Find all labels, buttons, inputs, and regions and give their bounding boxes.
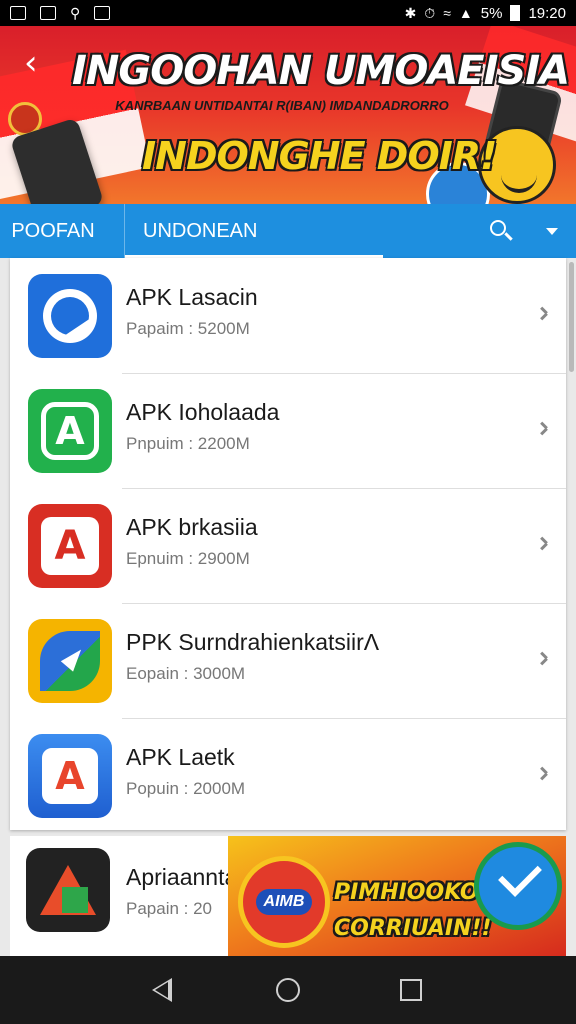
message-notification-icon: [40, 6, 56, 20]
app-size: Epnuim : 2900M: [126, 549, 250, 568]
back-arrow-icon[interactable]: ‹: [24, 46, 38, 80]
promo-badge: AIMB: [238, 856, 330, 948]
dark-triangle-app-icon: [26, 848, 110, 932]
promo-badge-text: AIMB: [255, 889, 313, 915]
chevron-right-icon: [538, 764, 550, 784]
banner-title: INGOOHAN UMOAEISIA: [72, 48, 570, 94]
banner-cta: INDONGHE DOIR!: [142, 134, 497, 178]
gallery-notification-icon: [10, 6, 26, 20]
green-a-icon: A: [28, 388, 112, 473]
chevron-right-icon: [538, 534, 550, 554]
app-name: APK Lasacin: [126, 284, 258, 310]
list-item[interactable]: APK Lasacin Papaim : 5200M: [10, 258, 566, 373]
tab-undonean[interactable]: UNDONEAN: [125, 204, 383, 258]
app-list: APK Lasacin Papaim : 5200M A APK Ioholaa…: [10, 258, 566, 830]
search-icon[interactable]: [476, 204, 526, 258]
chevron-right-icon: [538, 419, 550, 439]
app-size: Popuin : 2000M: [126, 779, 246, 798]
red-a-icon: A: [28, 503, 112, 588]
signal-icon: ▲: [458, 5, 473, 21]
scrollbar[interactable]: [569, 262, 574, 372]
app-size: Eopain : 3000M: [126, 664, 246, 683]
nav-home-icon[interactable]: [276, 978, 300, 1002]
promo-banner[interactable]: ‹ INGOOHAN UMOAEISIA KANRBAAN UNTIDANTAI…: [0, 26, 576, 204]
compass-leaf-icon: [28, 618, 112, 703]
bluetooth-icon: ✱: [404, 4, 417, 21]
ad-app-size: Papain : 20: [126, 899, 213, 918]
app-name: APK Ioholaada: [126, 399, 280, 425]
banner-subtitle: KANRBAAN UNTIDANTAI R(IBAN) IMDANDADRORR…: [115, 98, 449, 113]
nav-recents-icon[interactable]: [400, 979, 422, 1001]
list-item[interactable]: A APK brkasiia Epnuim : 2900M: [10, 488, 566, 603]
battery-icon: [510, 5, 521, 21]
list-item[interactable]: PPK SurndrahienkatsiirɅ Eopain : 3000M: [10, 603, 566, 718]
location-notification-icon: ⚲: [70, 4, 81, 21]
ad-app-name: Apriaannta: [126, 864, 238, 890]
promo-overlay[interactable]: AIMB PIMHIOOKON CORRIUAIN!!: [228, 836, 566, 956]
alarm-icon: ⏱: [424, 4, 436, 21]
blue-circle-icon: [28, 273, 112, 358]
app-name: APK brkasiia: [126, 514, 258, 540]
clock: 19:20: [528, 4, 566, 22]
image-notification-icon: [94, 6, 111, 20]
battery-percent: 5%: [480, 4, 503, 22]
app-size: Pnpuim : 2200M: [126, 434, 250, 453]
tab-bar: POOFAN UNDONEAN: [0, 204, 576, 258]
promo-headline: PIMHIOOKON: [334, 880, 497, 905]
app-name: PPK SurndrahienkatsiirɅ: [126, 629, 380, 655]
blue-a-icon: A: [28, 733, 112, 818]
chevron-down-icon[interactable]: [526, 204, 576, 258]
check-badge-icon: [474, 842, 562, 930]
app-size: Papaim : 5200M: [126, 319, 250, 338]
chevron-right-icon: [538, 304, 550, 324]
status-bar: ⚲ ✱ ⏱ ≈ ▲ 5% 19:20: [0, 0, 576, 26]
promo-subline: CORRIUAIN!!: [334, 916, 492, 941]
app-name: APK Laetk: [126, 744, 235, 770]
nav-back-icon[interactable]: [152, 978, 172, 1002]
ad-card[interactable]: Apriaannta Papain : 20 AIMB PIMHIOOKON C…: [10, 836, 566, 956]
wifi-icon: ≈: [443, 5, 451, 21]
list-item[interactable]: A APK Laetk Popuin : 2000M: [10, 718, 566, 833]
tab-poofan[interactable]: POOFAN: [0, 204, 125, 258]
list-item[interactable]: A APK Ioholaada Pnpuim : 2200M: [10, 373, 566, 488]
chevron-right-icon: [538, 649, 550, 669]
navigation-bar: [0, 956, 576, 1024]
